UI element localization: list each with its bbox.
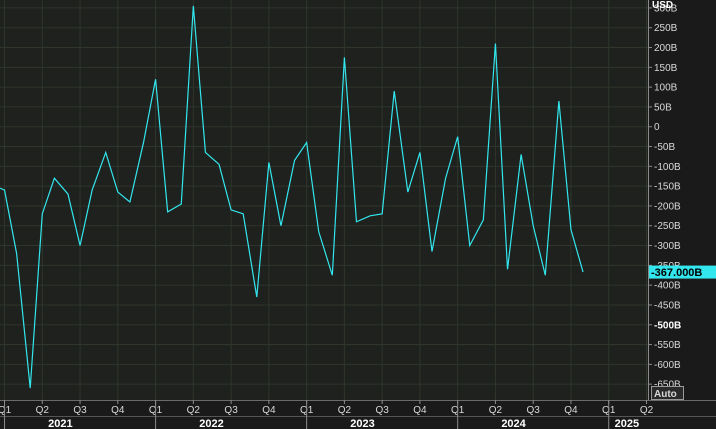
y-tick-label: 250B xyxy=(654,23,678,34)
y-tick-label: -300B xyxy=(654,241,681,252)
year-label: 2022 xyxy=(199,418,223,429)
last-value-label: -367.000B xyxy=(651,267,702,279)
x-tick-label: Q1 xyxy=(0,405,12,416)
y-tick-label: -500B xyxy=(654,320,681,331)
x-tick-label: Q3 xyxy=(73,405,87,416)
year-label: 2023 xyxy=(350,418,374,429)
chart-root: 300B 250B 200B 150B 100B 50B 0 -50B -100B -150B -2… xyxy=(0,0,716,429)
auto-scale-label: Auto xyxy=(654,389,677,400)
x-tick-label: Q4 xyxy=(564,405,578,416)
x-tick-label: Q3 xyxy=(224,405,238,416)
year-label: 2021 xyxy=(48,418,72,429)
y-tick-label: -550B xyxy=(654,340,681,351)
year-label: 2024 xyxy=(501,418,526,429)
x-tick-label: Q2 xyxy=(36,405,50,416)
y-tick-label: 0 xyxy=(654,122,660,133)
x-tick-label: Q4 xyxy=(413,405,427,416)
y-tick-label: -400B xyxy=(654,281,681,292)
x-tick-label: Q3 xyxy=(375,405,389,416)
y-tick-label: -450B xyxy=(654,300,681,311)
y-tick-label: 150B xyxy=(654,63,678,74)
year-label: 2025 xyxy=(615,418,639,429)
y-tick-label: -600B xyxy=(654,360,681,371)
y-tick-label: -200B xyxy=(654,201,681,212)
x-tick-label: Q2 xyxy=(489,405,503,416)
y-unit-label: USD xyxy=(652,0,673,11)
y-tick-label: 100B xyxy=(654,83,678,94)
y-tick-label: -100B xyxy=(654,162,681,173)
y-tick-label: -150B xyxy=(654,182,681,193)
y-tick-label: 50B xyxy=(654,102,672,113)
x-tick-label: Q3 xyxy=(527,405,541,416)
x-tick-label: Q2 xyxy=(187,405,201,416)
x-tick-label: Q2 xyxy=(640,405,654,416)
y-tick-label: 200B xyxy=(654,43,678,54)
y-tick-label: -250B xyxy=(654,221,681,232)
x-tick-label: Q2 xyxy=(338,405,352,416)
y-tick-label: -50B xyxy=(654,142,675,153)
x-tick-label: Q4 xyxy=(111,405,125,416)
line-chart: 300B250B200B150B100B50B0-50B-100B-150B-2… xyxy=(0,0,716,429)
x-tick-label: Q4 xyxy=(262,405,276,416)
